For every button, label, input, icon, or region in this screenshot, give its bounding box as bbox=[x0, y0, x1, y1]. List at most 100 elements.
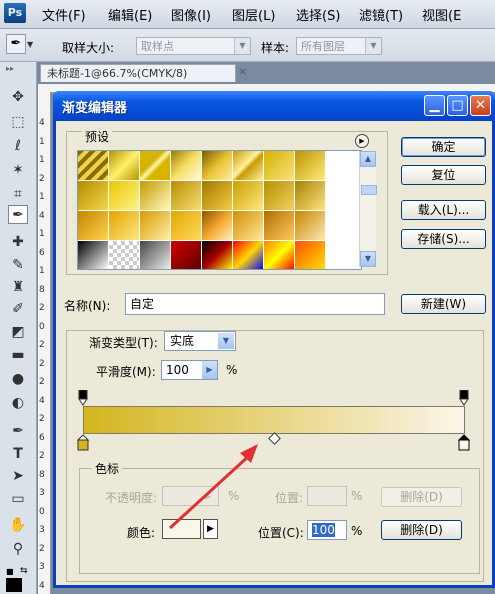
ok-button[interactable]: 确定 bbox=[401, 137, 486, 157]
eyedropper-preset-icon[interactable]: ✒ bbox=[6, 34, 26, 54]
location-input[interactable]: 100 bbox=[307, 520, 347, 540]
presets-scrollbar[interactable]: ▲ ▼ bbox=[359, 151, 377, 267]
preset-swatch[interactable] bbox=[171, 151, 202, 181]
gradient-type-select[interactable]: 实底 ▼ bbox=[164, 331, 236, 351]
color-stop-left[interactable] bbox=[76, 434, 90, 451]
preset-swatch[interactable] bbox=[78, 211, 109, 241]
preset-swatch[interactable] bbox=[264, 211, 295, 241]
preset-swatch[interactable] bbox=[78, 241, 109, 269]
preset-dropdown-icon[interactable]: ▼ bbox=[27, 40, 33, 49]
minimize-button[interactable]: ▁ bbox=[424, 95, 445, 116]
eyedropper-tool-icon[interactable]: ✒ bbox=[8, 205, 28, 224]
eraser-tool-icon[interactable]: ◩ bbox=[8, 323, 28, 342]
chevron-down-icon: ▼ bbox=[234, 38, 250, 54]
lasso-tool-icon[interactable]: ℓ bbox=[8, 137, 28, 156]
ruler-number: 2 bbox=[39, 377, 45, 387]
preset-swatch[interactable] bbox=[109, 211, 140, 241]
preset-swatch[interactable] bbox=[171, 241, 202, 269]
menu-edit[interactable]: 编辑(E) bbox=[108, 5, 152, 24]
preset-swatch[interactable] bbox=[78, 151, 109, 181]
preset-swatch[interactable] bbox=[202, 211, 233, 241]
preset-swatch[interactable] bbox=[109, 151, 140, 181]
opacity-stop-left[interactable] bbox=[78, 389, 88, 406]
dodge-tool-icon[interactable]: ◐ bbox=[8, 394, 28, 413]
preset-swatch[interactable] bbox=[140, 241, 171, 269]
presets-menu-arrow-icon[interactable]: ▶ bbox=[355, 134, 369, 148]
preset-swatch[interactable] bbox=[171, 211, 202, 241]
menu-filter[interactable]: 滤镜(T) bbox=[359, 5, 403, 24]
preset-swatch[interactable] bbox=[78, 181, 109, 211]
preset-swatch[interactable] bbox=[140, 211, 171, 241]
ruler-number: 2 bbox=[39, 303, 45, 313]
smoothness-label: 平滑度(M): bbox=[96, 365, 156, 379]
preset-swatch[interactable] bbox=[202, 151, 233, 181]
scroll-down-icon[interactable]: ▼ bbox=[360, 251, 376, 267]
menu-file[interactable]: 文件(F) bbox=[42, 5, 86, 24]
swap-colors-icon[interactable]: ⇆ bbox=[20, 566, 28, 576]
preset-swatch[interactable] bbox=[202, 241, 233, 269]
type-tool-icon[interactable]: T bbox=[8, 445, 28, 464]
opacity-stop-right[interactable] bbox=[459, 389, 469, 406]
reset-button[interactable]: 复位 bbox=[401, 165, 486, 185]
color-stop-right-selected[interactable] bbox=[457, 434, 471, 451]
preset-swatch[interactable] bbox=[264, 181, 295, 211]
hand-tool-icon[interactable]: ✋ bbox=[8, 516, 28, 535]
close-dialog-button[interactable]: ✕ bbox=[470, 95, 491, 116]
menu-image[interactable]: 图像(I) bbox=[171, 5, 211, 24]
preset-swatch[interactable] bbox=[171, 181, 202, 211]
menu-select[interactable]: 选择(S) bbox=[296, 5, 340, 24]
clone-stamp-tool-icon[interactable]: ♜ bbox=[8, 278, 28, 297]
pen-tool-icon[interactable]: ✒ bbox=[8, 422, 28, 441]
maximize-button[interactable]: □ bbox=[447, 95, 468, 116]
preset-swatch[interactable] bbox=[295, 211, 326, 241]
smoothness-slider-arrow-icon[interactable]: ▶ bbox=[202, 361, 217, 379]
sample-select[interactable]: 所有图层 ▼ bbox=[296, 37, 382, 55]
preset-swatch[interactable] bbox=[233, 181, 264, 211]
document-tab[interactable]: 未标题-1@66.7%(CMYK/8) bbox=[40, 64, 236, 82]
brush-tool-icon[interactable]: ✎ bbox=[8, 256, 28, 275]
preset-swatch[interactable] bbox=[295, 151, 326, 181]
preset-swatch[interactable] bbox=[109, 181, 140, 211]
crop-tool-icon[interactable]: ⌗ bbox=[8, 185, 28, 204]
name-input[interactable]: 自定 bbox=[125, 293, 385, 315]
preset-swatch[interactable] bbox=[233, 151, 264, 181]
preset-swatch[interactable] bbox=[202, 181, 233, 211]
preset-swatch[interactable] bbox=[109, 241, 140, 269]
save-button[interactable]: 存储(S)... bbox=[401, 229, 486, 249]
load-button[interactable]: 载入(L)... bbox=[401, 200, 486, 220]
preset-swatch[interactable] bbox=[295, 241, 326, 269]
dialog-title: 渐变编辑器 bbox=[62, 101, 128, 116]
ruler-number: 8 bbox=[39, 469, 45, 480]
healing-brush-tool-icon[interactable]: ✚ bbox=[8, 233, 28, 252]
preset-swatch[interactable] bbox=[264, 241, 295, 269]
shape-tool-icon[interactable]: ▭ bbox=[8, 490, 28, 509]
foreground-color-swatch[interactable] bbox=[6, 578, 22, 592]
scroll-thumb[interactable] bbox=[361, 185, 377, 195]
sample-size-select[interactable]: 取样点 ▼ bbox=[136, 37, 251, 55]
move-tool-icon[interactable]: ✥ bbox=[8, 88, 28, 107]
preset-swatch[interactable] bbox=[233, 241, 264, 269]
menu-layer[interactable]: 图层(L) bbox=[232, 5, 275, 24]
preset-swatch[interactable] bbox=[233, 211, 264, 241]
magic-wand-tool-icon[interactable]: ✶ bbox=[8, 161, 28, 180]
path-selection-tool-icon[interactable]: ➤ bbox=[8, 467, 28, 486]
ruler-number: 1 bbox=[39, 266, 45, 276]
default-colors-icon[interactable]: ■ bbox=[6, 567, 14, 576]
zoom-tool-icon[interactable]: ⚲ bbox=[8, 540, 28, 559]
menu-view[interactable]: 视图(E bbox=[422, 5, 461, 24]
close-document-icon[interactable]: × bbox=[238, 65, 250, 79]
delete-color-stop-button[interactable]: 删除(D) bbox=[381, 520, 462, 540]
preset-swatch[interactable] bbox=[140, 181, 171, 211]
scroll-up-icon[interactable]: ▲ bbox=[360, 151, 376, 167]
ruler-number: 0 bbox=[39, 506, 45, 517]
ruler-number: 1 bbox=[39, 155, 45, 165]
gradient-tool-icon[interactable]: ▬ bbox=[8, 346, 28, 365]
new-button[interactable]: 新建(W) bbox=[401, 294, 486, 314]
preset-swatch[interactable] bbox=[140, 151, 171, 181]
history-brush-tool-icon[interactable]: ✐ bbox=[8, 300, 28, 319]
preset-swatch[interactable] bbox=[295, 181, 326, 211]
gradient-preview-bar[interactable] bbox=[83, 406, 465, 434]
marquee-tool-icon[interactable]: ⬚ bbox=[8, 113, 28, 132]
blur-tool-icon[interactable]: ● bbox=[8, 370, 28, 389]
preset-swatch[interactable] bbox=[264, 151, 295, 181]
